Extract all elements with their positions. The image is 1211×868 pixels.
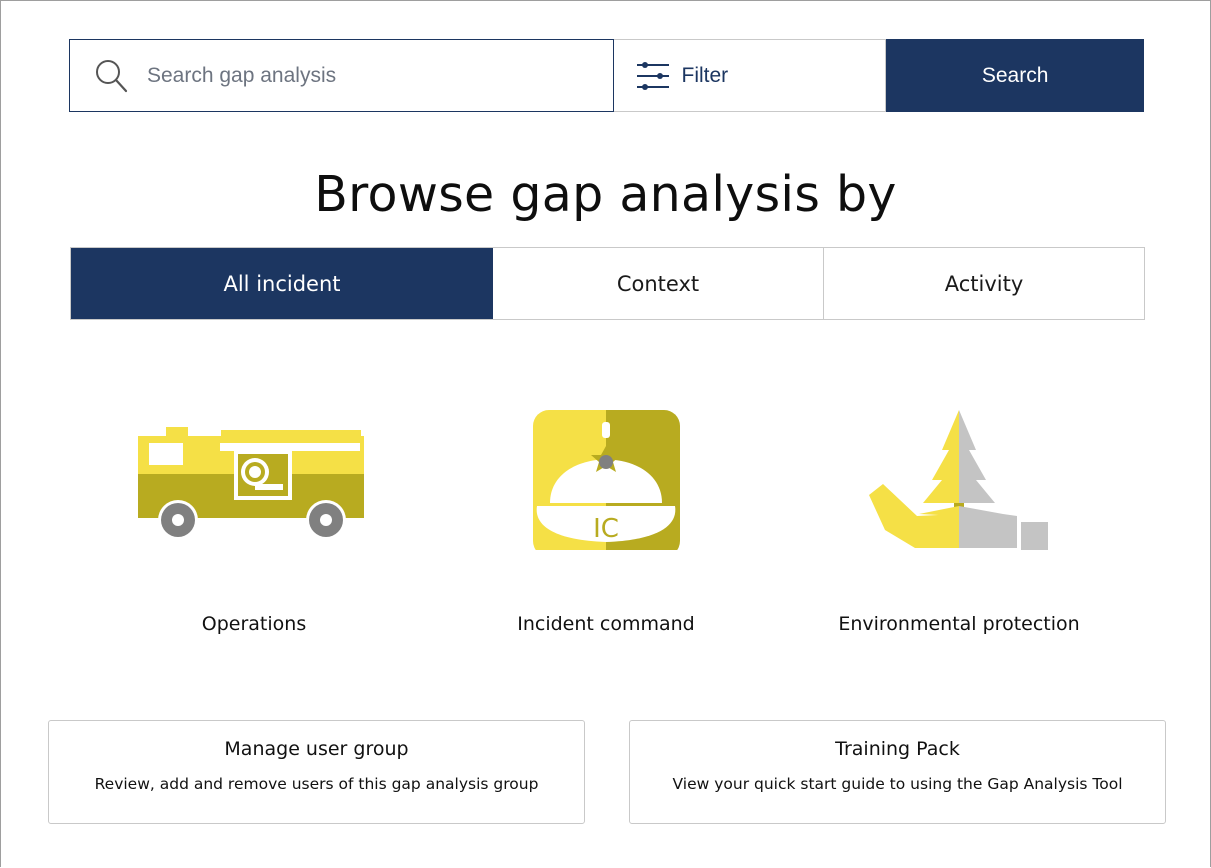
incident-commander-helmet-icon: IC bbox=[533, 410, 680, 550]
category-label: Operations bbox=[201, 613, 307, 635]
page-title: Browse gap analysis by bbox=[314, 166, 897, 223]
filter-button[interactable]: Filter bbox=[613, 39, 887, 112]
card-title: Manage user group bbox=[224, 738, 409, 760]
search-icon bbox=[96, 59, 128, 92]
card-title: Training Pack bbox=[835, 738, 960, 760]
tab-all-incident[interactable]: All incident bbox=[71, 248, 493, 319]
category-incident-command[interactable]: IC Incident command bbox=[456, 400, 756, 635]
filter-sliders-icon bbox=[636, 61, 669, 90]
hand-tree-icon bbox=[869, 410, 1048, 550]
svg-text:IC: IC bbox=[593, 514, 619, 544]
tab-activity[interactable]: Activity bbox=[824, 248, 1144, 319]
training-pack-card[interactable]: Training Pack View your quick start guid… bbox=[629, 720, 1166, 824]
filter-label: Filter bbox=[681, 63, 729, 87]
search-bar: Filter Search bbox=[69, 39, 1145, 112]
search-button[interactable]: Search bbox=[886, 39, 1145, 112]
search-box[interactable] bbox=[69, 39, 614, 112]
action-cards: Manage user group Review, add and remove… bbox=[48, 720, 1166, 824]
category-operations[interactable]: Operations bbox=[104, 400, 404, 635]
category-label: Incident command bbox=[517, 613, 695, 635]
search-input[interactable] bbox=[145, 62, 569, 89]
tab-context[interactable]: Context bbox=[493, 248, 824, 319]
card-description: View your quick start guide to using the… bbox=[672, 775, 1123, 793]
fire-truck-icon bbox=[138, 427, 364, 540]
card-description: Review, add and remove users of this gap… bbox=[94, 775, 539, 793]
category-label: Environmental protection bbox=[838, 613, 1080, 635]
manage-user-group-card[interactable]: Manage user group Review, add and remove… bbox=[48, 720, 585, 824]
browse-tabs: All incident Context Activity bbox=[70, 247, 1145, 320]
category-environmental-protection[interactable]: Environmental protection bbox=[809, 400, 1109, 635]
